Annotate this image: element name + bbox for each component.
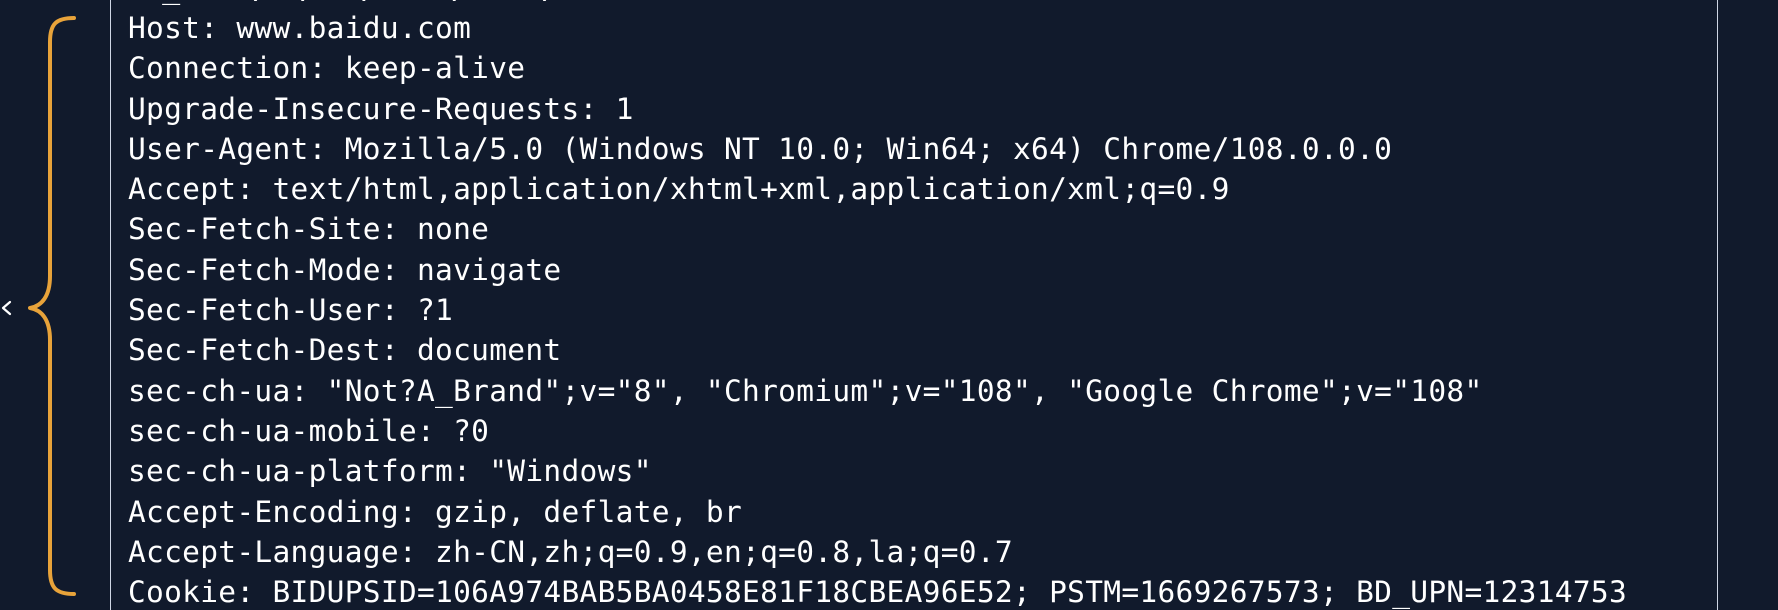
- header-line-upgrade-insecure-requests: Upgrade-Insecure-Requests: 1: [128, 91, 634, 126]
- request-header-list: Host: www.baidu.com Connection: keep-ali…: [128, 8, 1627, 610]
- header-line-accept-language: Accept-Language: zh-CN,zh;q=0.9,en;q=0.8…: [128, 534, 1013, 569]
- header-line-sec-fetch-site: Sec-Fetch-Site: none: [128, 212, 490, 247]
- header-line-sec-ch-ua-mobile: sec-ch-ua-mobile: ?0: [128, 413, 490, 448]
- header-line-sec-fetch-dest: Sec-Fetch-Dest: document: [128, 333, 562, 368]
- header-line-sec-ch-ua-platform: sec-ch-ua-platform: "Windows": [128, 454, 652, 489]
- header-line-user-agent: User-Agent: Mozilla/5.0 (Windows NT 10.0…: [128, 131, 1393, 166]
- header-line-sec-fetch-user: Sec-Fetch-User: ?1: [128, 293, 454, 328]
- header-line-accept: Accept: text/html,application/xhtml+xml,…: [128, 172, 1230, 207]
- header-line-sec-fetch-mode: Sec-Fetch-Mode: navigate: [128, 252, 562, 287]
- header-line-cookie: Cookie: BIDUPSID=106A974BAB5BA0458E81F18…: [128, 575, 1628, 610]
- request-line-clipped: _ . / \ / . / . /: [126, 0, 559, 4]
- curly-brace-icon: [28, 16, 76, 596]
- header-line-accept-encoding: Accept-Encoding: gzip, deflate, br: [128, 494, 743, 529]
- arrow-left-icon: [1, 300, 12, 316]
- header-line-sec-ch-ua: sec-ch-ua: "Not?A_Brand";v="8", "Chromiu…: [128, 373, 1483, 408]
- header-line-connection: Connection: keep-alive: [128, 51, 526, 86]
- header-line-host: Host: www.baidu.com: [128, 11, 472, 45]
- slide-canvas: _ . / \ / . / . / Host: www.baidu.com Co…: [0, 0, 1778, 610]
